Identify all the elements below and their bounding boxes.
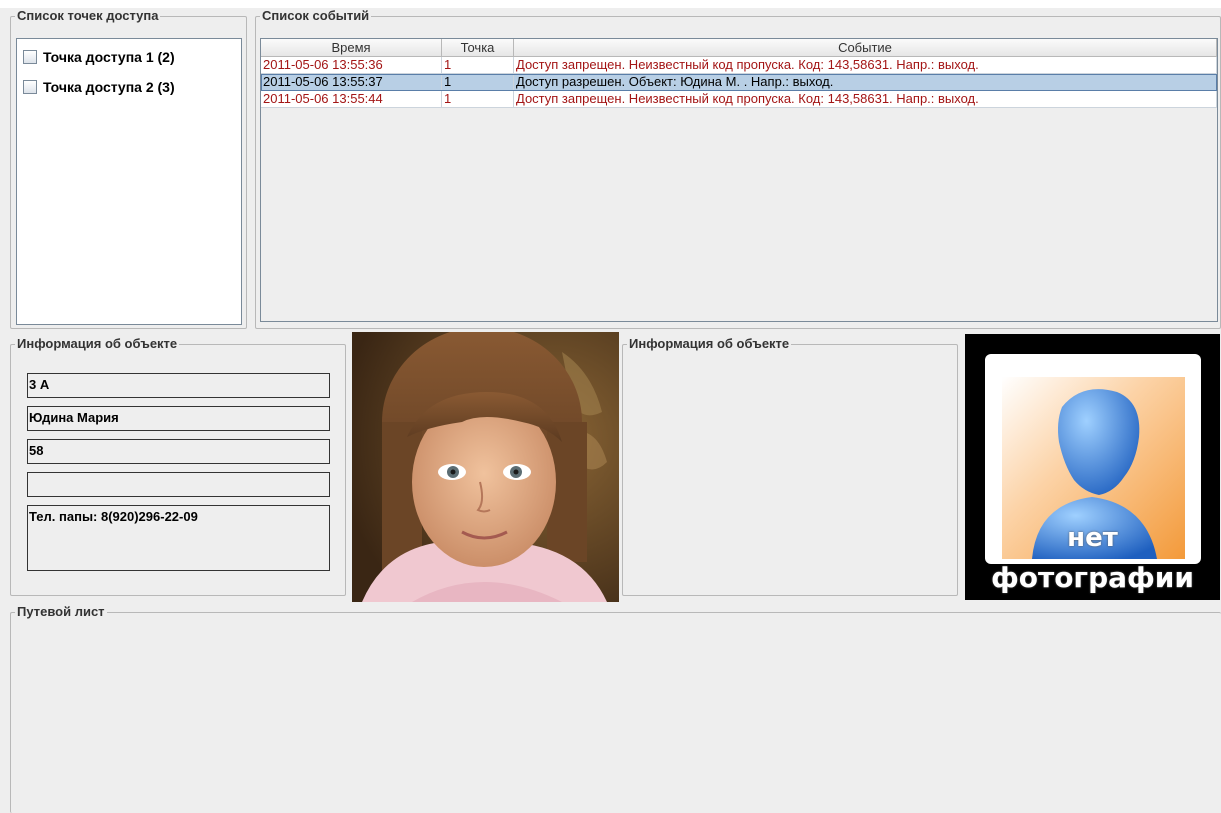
access-points-list: Точка доступа 1 (2) Точка доступа 2 (3)	[16, 38, 242, 325]
event-time: 2011-05-06 13:55:36	[261, 57, 442, 73]
column-header-time[interactable]: Время	[261, 39, 442, 56]
table-row[interactable]: 2011-05-06 13:55:37 1 Доступ разрешен. О…	[261, 74, 1217, 91]
access-points-title: Список точек доступа	[15, 8, 161, 23]
event-description: Доступ запрещен. Неизвестный код пропуск…	[514, 91, 1217, 107]
events-title: Список событий	[260, 8, 372, 23]
event-description: Доступ запрещен. Неизвестный код пропуск…	[514, 57, 1217, 73]
events-table-body: 2011-05-06 13:55:36 1 Доступ запрещен. Н…	[261, 57, 1217, 108]
route-sheet-title: Путевой лист	[15, 604, 107, 619]
access-point-2-checkbox[interactable]	[23, 80, 37, 94]
column-header-point[interactable]: Точка	[442, 39, 514, 56]
event-time: 2011-05-06 13:55:37	[261, 74, 442, 90]
object-info-title-2: Информация об объекте	[627, 336, 792, 351]
phone-field: Тел. папы: 8(920)296-22-09	[27, 505, 330, 571]
route-sheet-group: Путевой лист	[10, 605, 1221, 813]
events-table-header: Время Точка Событие	[261, 39, 1217, 57]
table-row[interactable]: 2011-05-06 13:55:44 1 Доступ запрещен. Н…	[261, 91, 1217, 108]
event-point: 1	[442, 57, 514, 73]
number-field: 58	[27, 439, 330, 464]
no-photo-line1: нет	[1067, 523, 1118, 553]
access-control-window: Список точек доступа Точка доступа 1 (2)…	[0, 8, 1221, 813]
events-table: Время Точка Событие 2011-05-06 13:55:36 …	[260, 38, 1218, 322]
event-time: 2011-05-06 13:55:44	[261, 91, 442, 107]
object-info-group-2: Информация об объекте	[622, 337, 958, 596]
event-point: 1	[442, 91, 514, 107]
table-row[interactable]: 2011-05-06 13:55:36 1 Доступ запрещен. Н…	[261, 57, 1217, 74]
empty-field	[27, 472, 330, 497]
person-photo	[352, 332, 619, 602]
no-photo-image: нет фотографии	[965, 334, 1220, 600]
no-photo-line2: фотографии	[990, 561, 1195, 594]
screen: Список точек доступа Точка доступа 1 (2)…	[0, 0, 1221, 813]
access-point-item-1[interactable]: Точка доступа 1 (2)	[23, 49, 175, 65]
event-description: Доступ разрешен. Объект: Юдина М. . Напр…	[514, 74, 1217, 90]
access-point-1-label: Точка доступа 1 (2)	[43, 49, 175, 65]
column-header-event[interactable]: Событие	[514, 39, 1217, 56]
object-info-title-1: Информация об объекте	[15, 336, 180, 351]
access-point-item-2[interactable]: Точка доступа 2 (3)	[23, 79, 175, 95]
class-field: 3 А	[27, 373, 330, 398]
access-point-2-label: Точка доступа 2 (3)	[43, 79, 175, 95]
access-point-1-checkbox[interactable]	[23, 50, 37, 64]
name-field: Юдина Мария	[27, 406, 330, 431]
event-point: 1	[442, 74, 514, 90]
